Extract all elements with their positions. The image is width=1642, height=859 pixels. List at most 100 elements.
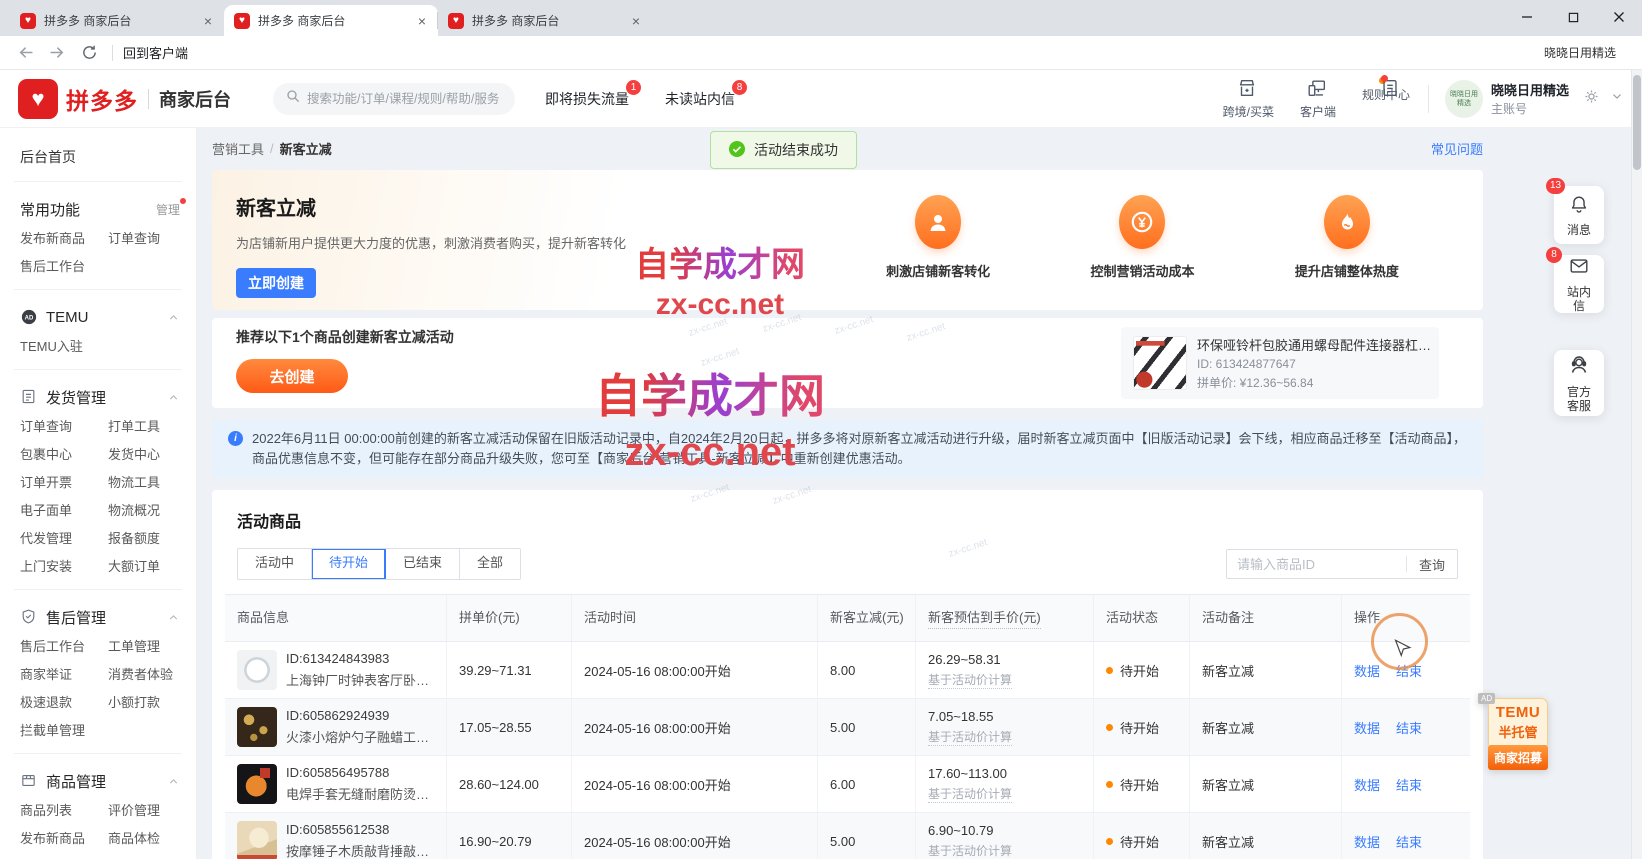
sidebar-item-电子面单[interactable]: 电子面单: [20, 501, 108, 520]
data-link[interactable]: 数据: [1354, 718, 1380, 737]
section-action[interactable]: 管理: [156, 201, 180, 218]
tab-close-icon[interactable]: ×: [630, 14, 642, 28]
create-now-button[interactable]: 立即创建: [236, 268, 316, 298]
recommend-product-card[interactable]: 环保哑铃杆包胶通用螺母配件连接器杠铃家用... ID: 613424877647…: [1121, 327, 1439, 399]
minimize-button[interactable]: [1504, 0, 1550, 34]
avatar[interactable]: 晓晓日用 精选: [1445, 80, 1483, 118]
browser-tab[interactable]: ♥ 拼多多 商家后台 ×: [438, 5, 652, 36]
chevron-up-icon[interactable]: [167, 611, 180, 624]
chevron-down-icon[interactable]: [1610, 89, 1624, 108]
data-link[interactable]: 数据: [1354, 661, 1380, 680]
tab-close-icon[interactable]: ×: [416, 14, 428, 28]
pinduoduo-logo-icon[interactable]: ♥: [18, 79, 58, 119]
sidebar-item-打单工具[interactable]: 打单工具: [108, 417, 196, 436]
chevron-up-icon[interactable]: [167, 311, 180, 324]
chevron-up-icon[interactable]: [167, 391, 180, 404]
float-card-消息[interactable]: 13消息: [1554, 186, 1604, 244]
section-title[interactable]: 售后管理: [46, 607, 106, 628]
sidebar-item-订单查询[interactable]: 订单查询: [20, 417, 108, 436]
end-link[interactable]: 结束: [1396, 832, 1422, 851]
sidebar-item-上门安装[interactable]: 上门安装: [20, 557, 108, 576]
maximize-button[interactable]: [1550, 0, 1596, 34]
temu-promo-badge[interactable]: AD TEMU 半托管 商家招募: [1488, 698, 1548, 770]
sidebar-item-评价管理[interactable]: 评价管理: [108, 801, 196, 820]
data-link[interactable]: 数据: [1354, 775, 1380, 794]
sidebar-item-工单管理[interactable]: 工单管理: [108, 637, 196, 656]
cell-estimate-note: 基于活动价计算: [928, 842, 1012, 859]
sidebar-item-订单开票[interactable]: 订单开票: [20, 473, 108, 492]
sidebar-item-售后工作台[interactable]: 售后工作台: [20, 637, 108, 656]
sidebar-item-商家举证[interactable]: 商家举证: [20, 665, 108, 684]
sidebar-item-包裹中心[interactable]: 包裹中心: [20, 445, 108, 464]
sidebar-item-极速退款[interactable]: 极速退款: [20, 693, 108, 712]
sidebar-item-发货中心[interactable]: 发货中心: [108, 445, 196, 464]
section-title[interactable]: 商品管理: [46, 771, 106, 792]
section-title[interactable]: TEMU: [46, 309, 89, 326]
browser-tab[interactable]: ♥ 拼多多 商家后台 ×: [10, 5, 224, 36]
sidebar-item-大额订单[interactable]: 大额订单: [108, 557, 196, 576]
sidebar-item-home[interactable]: 后台首页: [0, 142, 196, 172]
end-link[interactable]: 结束: [1396, 775, 1422, 794]
sidebar-item-售后工作台[interactable]: 售后工作台: [20, 257, 108, 276]
chevron-up-icon[interactable]: [167, 775, 180, 788]
page-scrollbar[interactable]: [1631, 70, 1642, 859]
query-button[interactable]: 查询: [1407, 555, 1457, 574]
sidebar-item-商品体检[interactable]: 商品体检: [108, 829, 196, 848]
cell-time: 2024-05-16 08:00:00开始: [572, 642, 818, 698]
sidebar-item-报备额度[interactable]: 报备额度: [108, 529, 196, 548]
back-to-client-link[interactable]: 回到客户端: [123, 43, 188, 62]
go-create-button[interactable]: 去创建: [236, 359, 348, 393]
service-icon: [1567, 353, 1591, 382]
sidebar-item-发布新商品[interactable]: 发布新商品: [20, 829, 108, 848]
faq-link[interactable]: 常见问题: [1431, 139, 1483, 158]
filter-tab-全部[interactable]: 全部: [460, 549, 520, 579]
filter-tab-待开始[interactable]: 待开始: [312, 549, 386, 579]
sidebar-item-TEMU入驻[interactable]: TEMU入驻: [20, 337, 108, 356]
filter-tab-活动中[interactable]: 活动中: [238, 549, 312, 579]
sidebar-section: 常用功能 管理 发布新商品订单查询售后工作台: [0, 191, 196, 290]
sidebar-divider: [14, 289, 182, 290]
sidebar-item-消费者体验[interactable]: 消费者体验: [108, 665, 196, 684]
data-link[interactable]: 数据: [1354, 832, 1380, 851]
refresh-icon[interactable]: [76, 40, 102, 66]
tab-close-icon[interactable]: ×: [202, 14, 214, 28]
float-card-官方客服[interactable]: 官方客服: [1554, 350, 1604, 416]
filter-tab-已结束[interactable]: 已结束: [386, 549, 460, 579]
sidebar-item-代发管理[interactable]: 代发管理: [20, 529, 108, 548]
quick-link-客户端[interactable]: 客户端: [1300, 77, 1336, 120]
gear-icon[interactable]: [1583, 88, 1600, 110]
forward-icon[interactable]: [44, 40, 70, 66]
navbar-shop-name: 晓晓日用精选: [1544, 44, 1630, 61]
quick-link-规则中心[interactable]: 规则中心: [1362, 77, 1410, 120]
sidebar-item-订单查询[interactable]: 订单查询: [108, 229, 196, 248]
close-window-button[interactable]: [1596, 0, 1642, 34]
search-input[interactable]: [307, 92, 503, 106]
product-id-input[interactable]: [1227, 557, 1406, 572]
sidebar-item-商品列表[interactable]: 商品列表: [20, 801, 108, 820]
product-image: [1133, 336, 1187, 390]
sidebar-item-小额打款[interactable]: 小额打款: [108, 693, 196, 712]
end-link[interactable]: 结束: [1396, 718, 1422, 737]
sidebar-item-物流工具[interactable]: 物流工具: [108, 473, 196, 492]
browser-tab[interactable]: ♥ 拼多多 商家后台 ×: [224, 5, 438, 36]
cell-time: 2024-05-16 08:00:00开始: [572, 756, 818, 812]
sidebar-item-拦截单管理[interactable]: 拦截单管理: [20, 721, 108, 740]
account-name: 晓晓日用精选: [1491, 80, 1569, 99]
back-icon[interactable]: [12, 40, 38, 66]
cell-price: 28.60~124.00: [447, 756, 572, 812]
header-search[interactable]: [273, 83, 515, 115]
cell-estimate-note: 基于活动价计算: [928, 785, 1012, 803]
quick-link-跨境/买菜[interactable]: 跨境/买菜: [1223, 77, 1274, 120]
breadcrumb-parent[interactable]: 营销工具: [212, 139, 264, 158]
recommend-banner: 推荐以下1个商品创建新客立减活动 去创建 环保哑铃杆包胶通用螺母配件连接器杠铃家…: [212, 318, 1483, 408]
sidebar-item-发布新商品[interactable]: 发布新商品: [20, 229, 108, 248]
pinduoduo-favicon: ♥: [20, 13, 36, 29]
sidebar-item-物流概况[interactable]: 物流概况: [108, 501, 196, 520]
scrollbar-thumb[interactable]: [1633, 75, 1641, 170]
section-title[interactable]: 发货管理: [46, 387, 106, 408]
float-card-站内信[interactable]: 8站内信: [1554, 255, 1604, 313]
section-title[interactable]: 常用功能: [20, 199, 80, 220]
alert-即将损失流量[interactable]: 即将损失流量1: [545, 89, 629, 109]
alert-未读站内信[interactable]: 未读站内信8: [665, 89, 735, 109]
devices-icon: [1306, 77, 1330, 101]
